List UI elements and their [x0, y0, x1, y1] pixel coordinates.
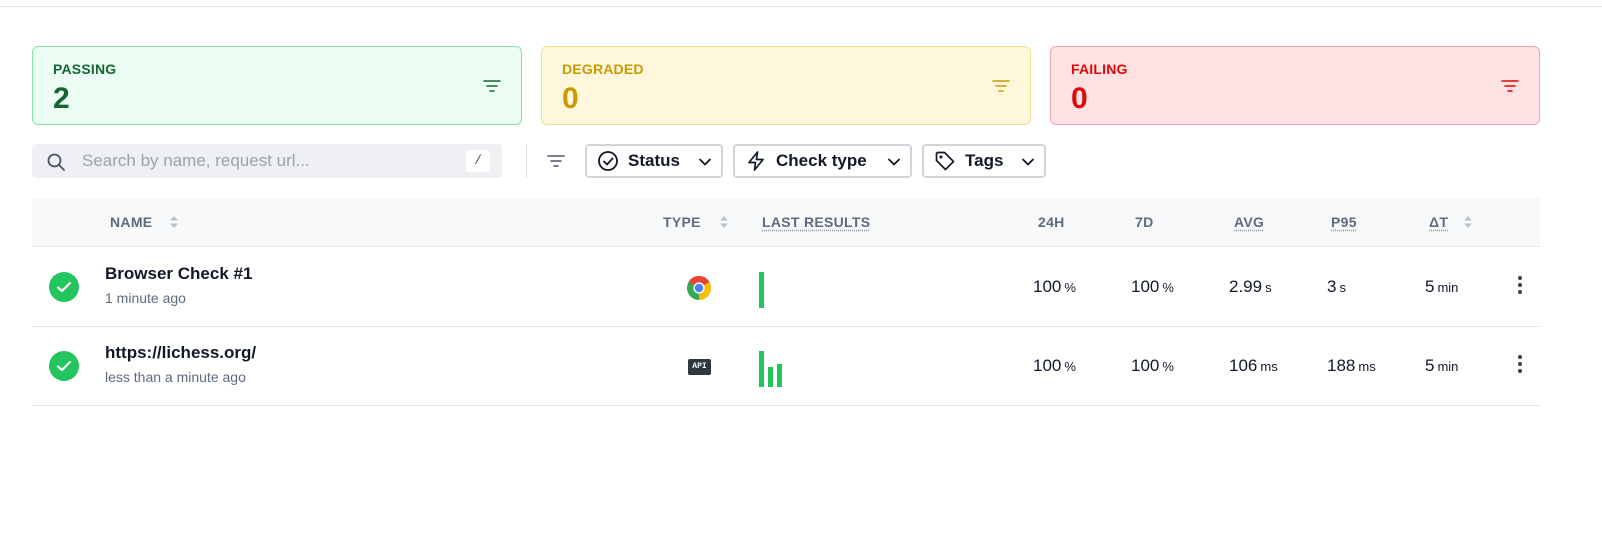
column-header-avg: AVG — [1234, 214, 1265, 230]
failing-count: 0 — [1071, 82, 1088, 115]
passing-count: 2 — [53, 82, 70, 115]
table-row[interactable]: https://lichess.org/ less than a minute … — [32, 327, 1540, 406]
status-filter-label: Status — [628, 151, 680, 170]
check-circle-icon — [598, 151, 618, 171]
chevron-down-icon — [888, 158, 900, 166]
result-bar[interactable] — [759, 351, 764, 387]
table-row[interactable]: Browser Check #1 1 minute ago 100% 100% … — [32, 248, 1540, 327]
check-name[interactable]: Browser Check #1 — [105, 264, 252, 284]
status-passing-icon — [49, 272, 79, 302]
avg-response: 2.99 s — [1229, 277, 1272, 296]
check-interval: 5 min — [1425, 277, 1459, 296]
sort-icon[interactable] — [1463, 214, 1473, 230]
column-header-24h: 24H — [1038, 214, 1065, 230]
uptime-7d: 100% — [1131, 277, 1174, 296]
column-header-p95: P95 — [1331, 214, 1357, 230]
check-type-filter-dropdown[interactable]: Check type — [733, 144, 912, 178]
tags-filter-dropdown[interactable]: Tags — [922, 144, 1046, 178]
chevron-down-icon — [699, 158, 711, 166]
lightning-icon — [748, 151, 764, 171]
filter-icon[interactable] — [1501, 77, 1519, 95]
uptime-24h: 100% — [1033, 277, 1076, 296]
more-options-icon[interactable] — [1510, 273, 1530, 301]
uptime-7d: 100% — [1131, 356, 1174, 375]
filter-icon[interactable] — [546, 151, 566, 171]
degraded-summary-card[interactable]: DEGRADED 0 — [541, 46, 1031, 125]
column-header-type[interactable]: TYPE — [663, 214, 701, 230]
check-name[interactable]: https://lichess.org/ — [105, 343, 256, 363]
degraded-label: DEGRADED — [562, 61, 644, 77]
p95-response: 3s — [1327, 277, 1346, 296]
result-bar[interactable] — [768, 367, 773, 387]
tag-icon — [935, 151, 955, 171]
tags-filter-label: Tags — [965, 151, 1004, 170]
last-results-bars — [759, 349, 819, 387]
top-divider — [0, 6, 1602, 7]
sort-icon[interactable] — [169, 214, 179, 230]
search-bar[interactable]: / — [32, 144, 502, 178]
status-passing-icon — [49, 351, 79, 381]
result-bar[interactable] — [759, 272, 764, 308]
check-interval: 5 min — [1425, 356, 1459, 375]
column-header-name[interactable]: NAME — [110, 214, 152, 230]
toolbar-divider — [526, 144, 527, 178]
check-type-filter-label: Check type — [776, 151, 867, 170]
status-filter-dropdown[interactable]: Status — [585, 144, 723, 178]
search-icon — [47, 153, 65, 171]
failing-summary-card[interactable]: FAILING 0 — [1050, 46, 1540, 125]
column-header-7d: 7D — [1135, 214, 1154, 230]
degraded-count: 0 — [562, 82, 579, 115]
table-header: NAME TYPE LAST RESULTS 24H 7D AVG P95 ΔT — [32, 198, 1540, 247]
api-icon: API — [688, 359, 711, 375]
search-input[interactable] — [82, 149, 452, 173]
column-header-last-results: LAST RESULTS — [762, 214, 871, 230]
p95-response: 188 ms — [1327, 356, 1376, 375]
search-shortcut-key: / — [466, 150, 490, 172]
sort-icon[interactable] — [719, 214, 729, 230]
check-updated-time: less than a minute ago — [105, 369, 246, 385]
chrome-icon — [687, 275, 712, 300]
check-updated-time: 1 minute ago — [105, 290, 186, 306]
passing-summary-card[interactable]: PASSING 2 — [32, 46, 522, 125]
more-options-icon[interactable] — [1510, 352, 1530, 380]
filter-icon[interactable] — [483, 77, 501, 95]
result-bar[interactable] — [777, 364, 782, 387]
failing-label: FAILING — [1071, 61, 1128, 77]
passing-label: PASSING — [53, 61, 117, 77]
chevron-down-icon — [1022, 158, 1034, 166]
last-results-bars — [759, 270, 819, 308]
avg-response: 106 ms — [1229, 356, 1278, 375]
uptime-24h: 100% — [1033, 356, 1076, 375]
filter-icon[interactable] — [992, 77, 1010, 95]
column-header-delta-t[interactable]: ΔT — [1429, 214, 1448, 230]
